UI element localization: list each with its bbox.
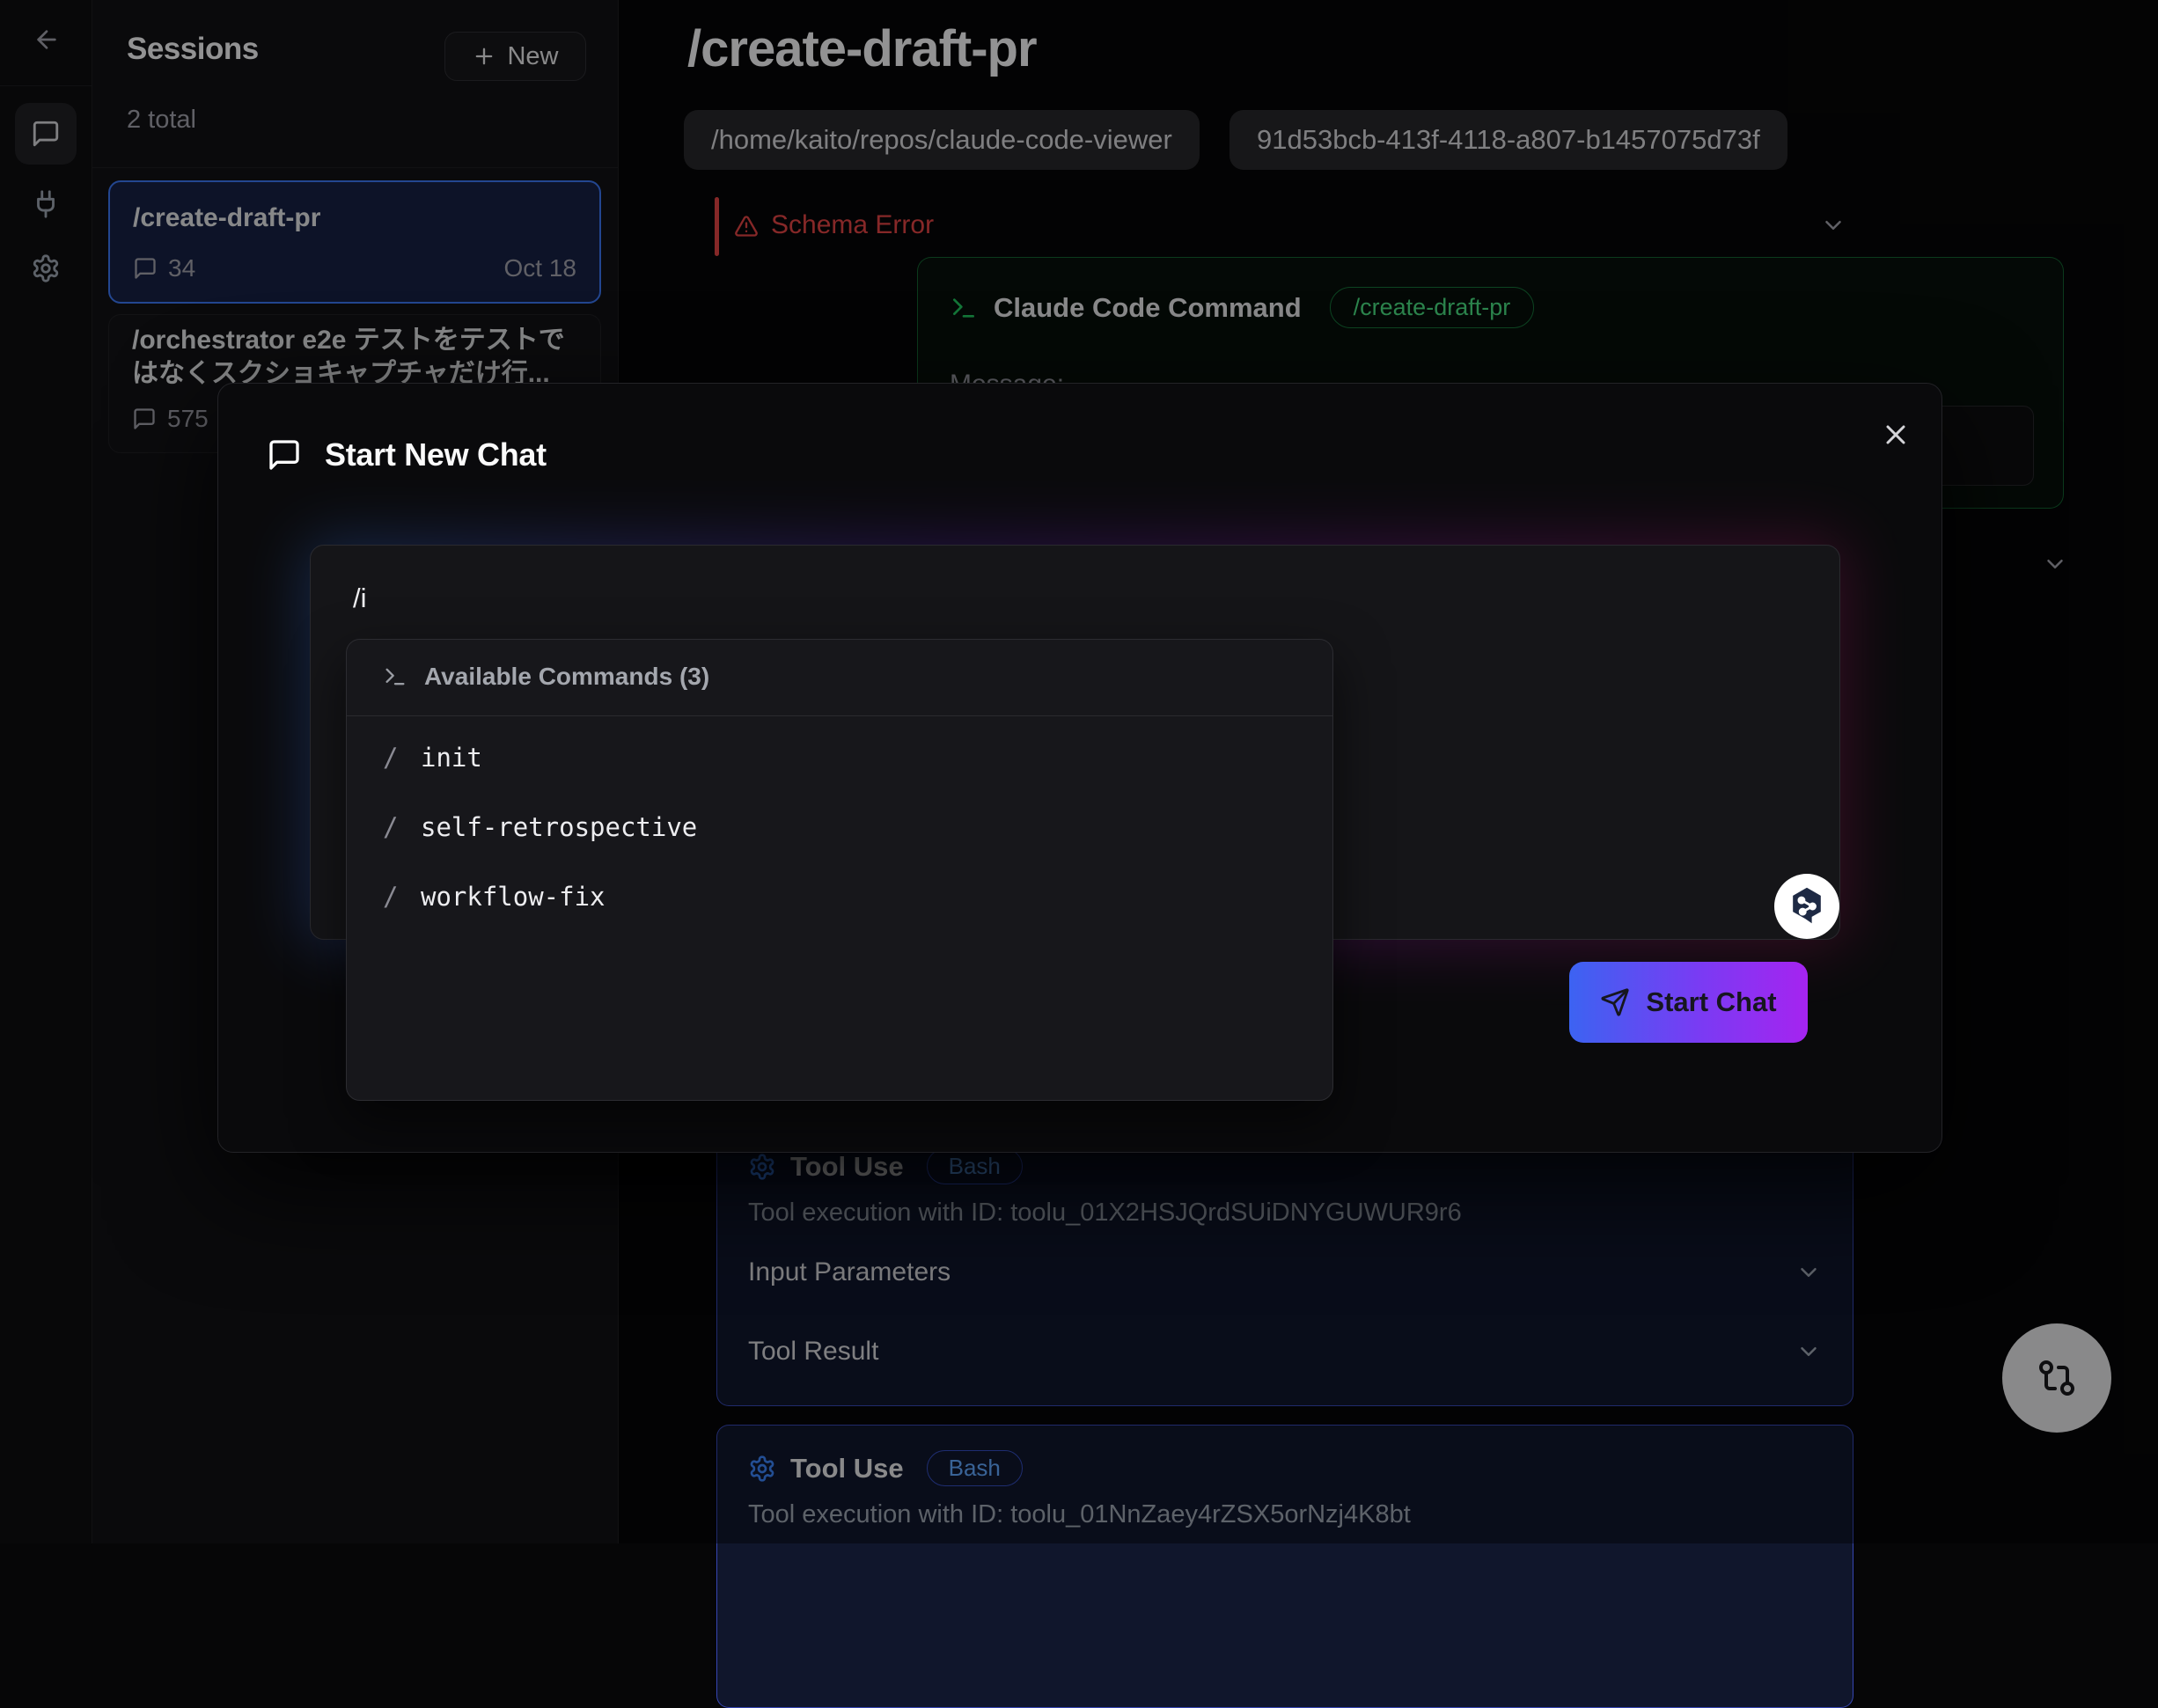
send-icon	[1600, 987, 1630, 1017]
command-option-self-retrospective[interactable]: / self-retrospective	[347, 793, 1332, 861]
commands-dropdown: Available Commands (3) / init / self-ret…	[346, 639, 1333, 1101]
available-commands-label: Available Commands (3)	[424, 663, 709, 691]
command-option-init[interactable]: / init	[347, 723, 1332, 792]
start-chat-button[interactable]: Start Chat	[1569, 962, 1808, 1043]
close-button[interactable]	[1876, 415, 1915, 454]
modal-title: Start New Chat	[325, 436, 547, 473]
assistant-logo-button[interactable]	[1774, 874, 1839, 939]
terminal-icon	[383, 664, 407, 689]
command-name: init	[421, 743, 482, 773]
command-name: workflow-fix	[421, 882, 606, 912]
chat-bubble-icon	[267, 437, 302, 473]
command-prefix: /	[383, 812, 398, 842]
dropdown-divider	[347, 715, 1332, 716]
hexagon-chat-logo-icon	[1784, 883, 1830, 929]
command-name: self-retrospective	[421, 812, 697, 842]
command-prefix: /	[383, 743, 398, 773]
command-prefix: /	[383, 882, 398, 912]
command-option-workflow-fix[interactable]: / workflow-fix	[347, 862, 1332, 931]
close-icon	[1880, 419, 1912, 451]
message-input-value: /i	[353, 583, 367, 614]
modal-header: Start New Chat	[267, 436, 547, 473]
start-new-chat-modal: Start New Chat /i	[217, 383, 1942, 1153]
start-chat-label: Start Chat	[1646, 986, 1776, 1018]
dropdown-header: Available Commands (3)	[383, 663, 709, 691]
